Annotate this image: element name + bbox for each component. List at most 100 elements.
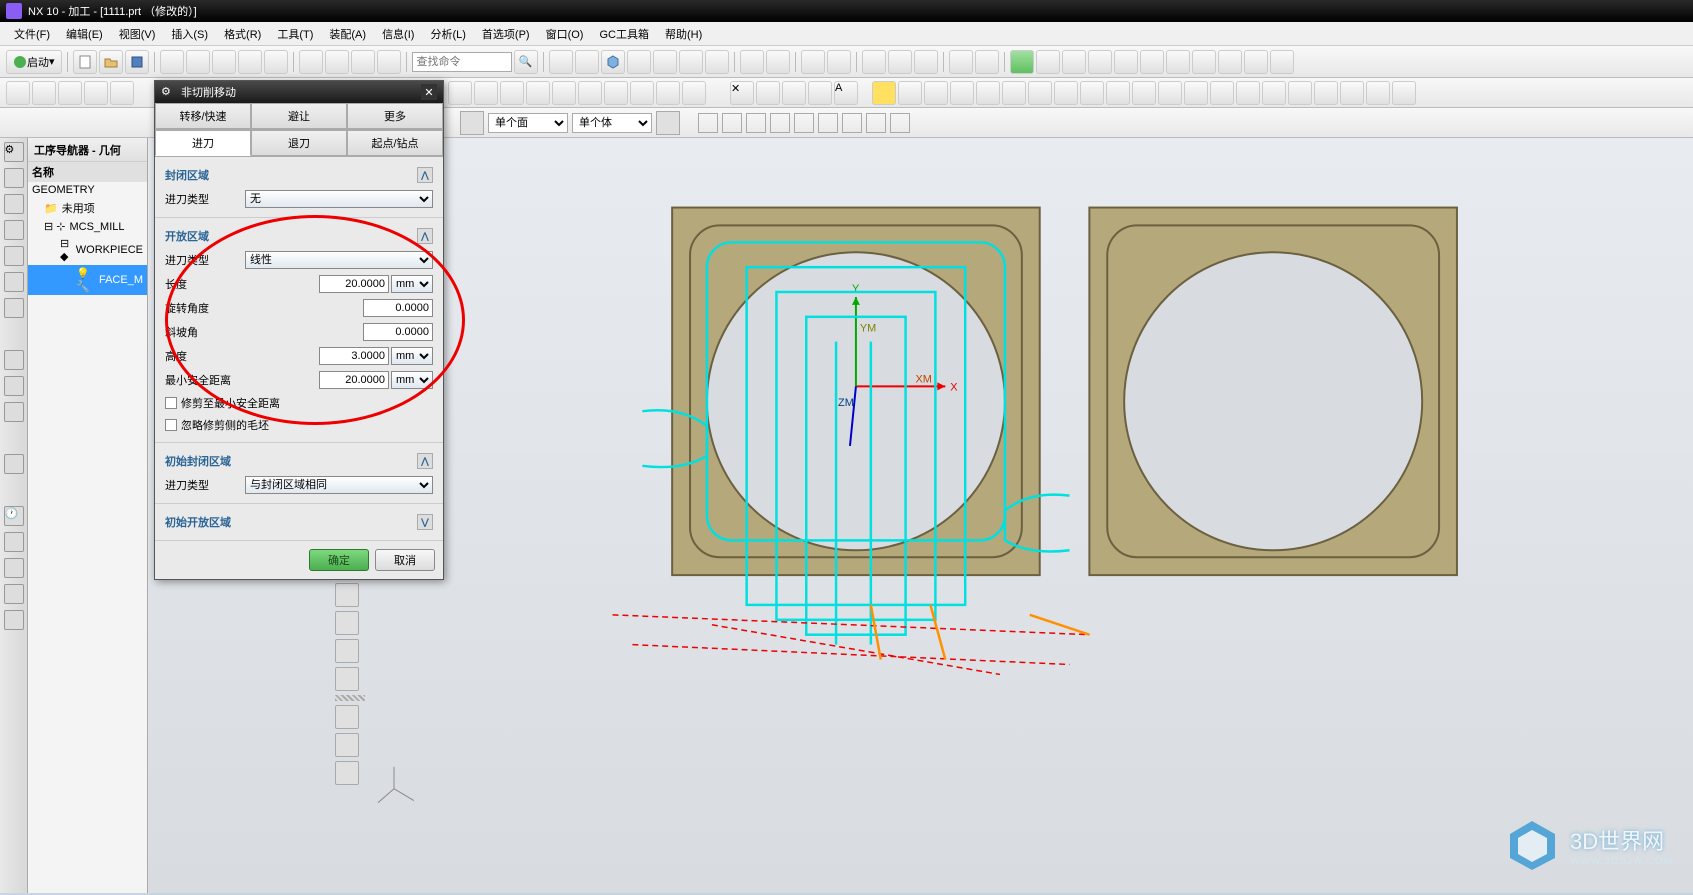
- open-engage-select[interactable]: 线性: [245, 251, 433, 269]
- geom-icon[interactable]: [656, 81, 680, 105]
- delete-icon[interactable]: ✕: [730, 81, 754, 105]
- tree-mcs[interactable]: ⊟ ⊹ MCS_MILL: [28, 218, 147, 235]
- dim-icon[interactable]: [949, 50, 973, 74]
- tab-transfer[interactable]: 转移/快速: [155, 103, 251, 129]
- menu-tools[interactable]: 工具(T): [271, 24, 319, 44]
- navigator-icon[interactable]: [4, 168, 24, 188]
- expand-icon[interactable]: ⋁: [417, 514, 433, 530]
- filter-icon[interactable]: [460, 111, 484, 135]
- new-icon[interactable]: [73, 50, 97, 74]
- curve-icon[interactable]: [1236, 81, 1260, 105]
- cube-icon[interactable]: [601, 50, 625, 74]
- geom-icon[interactable]: [500, 81, 524, 105]
- curve-icon[interactable]: [1392, 81, 1416, 105]
- curve-icon[interactable]: [1262, 81, 1286, 105]
- paste-icon[interactable]: [212, 50, 236, 74]
- curve-icon[interactable]: [1366, 81, 1390, 105]
- search-input[interactable]: [412, 52, 512, 72]
- sketch-icon[interactable]: [782, 81, 806, 105]
- cam-icon[interactable]: [1140, 50, 1164, 74]
- minsafe-unit-select[interactable]: mm: [391, 371, 433, 389]
- cancel-button[interactable]: 取消: [375, 549, 435, 571]
- dim-icon[interactable]: [975, 50, 999, 74]
- minsafe-input[interactable]: [319, 371, 389, 389]
- curve-icon[interactable]: [1158, 81, 1182, 105]
- tool-icon[interactable]: [4, 402, 24, 422]
- cam-icon[interactable]: [1192, 50, 1216, 74]
- tool-icon[interactable]: [335, 705, 359, 729]
- tree-face-milling[interactable]: 💡🔧 FACE_M: [28, 265, 147, 295]
- curve-icon[interactable]: [976, 81, 1000, 105]
- analysis-icon[interactable]: [862, 50, 886, 74]
- tool-icon[interactable]: [4, 350, 24, 370]
- collapse-icon[interactable]: ⋀: [417, 167, 433, 183]
- measure-icon[interactable]: [827, 50, 851, 74]
- cam-icon[interactable]: [1244, 50, 1268, 74]
- text-icon[interactable]: A: [834, 81, 858, 105]
- tab-engage[interactable]: 进刀: [155, 130, 251, 156]
- rotation-input[interactable]: [363, 299, 433, 317]
- tab-retract[interactable]: 退刀: [251, 130, 347, 156]
- tool-icon[interactable]: [377, 50, 401, 74]
- curve-icon[interactable]: [1054, 81, 1078, 105]
- length-input[interactable]: [319, 275, 389, 293]
- menu-pref[interactable]: 首选项(P): [476, 24, 536, 44]
- cut-icon[interactable]: [160, 50, 184, 74]
- curve-icon[interactable]: [1106, 81, 1130, 105]
- view-icon[interactable]: [705, 50, 729, 74]
- curve-icon[interactable]: [1184, 81, 1208, 105]
- ok-button[interactable]: 确定: [309, 549, 369, 571]
- view-icon[interactable]: [335, 667, 359, 691]
- cam-icon[interactable]: [1270, 50, 1294, 74]
- tool-icon[interactable]: [335, 761, 359, 785]
- tool-icon[interactable]: [325, 50, 349, 74]
- copy-icon[interactable]: [186, 50, 210, 74]
- palette-icon[interactable]: [4, 532, 24, 552]
- ramp-input[interactable]: [363, 323, 433, 341]
- curve-icon[interactable]: [924, 81, 948, 105]
- csys-icon[interactable]: [766, 50, 790, 74]
- tool-icon[interactable]: [351, 50, 375, 74]
- curve-icon[interactable]: [1002, 81, 1026, 105]
- body-filter-select[interactable]: 单个体: [572, 113, 652, 133]
- reuse-icon[interactable]: [4, 220, 24, 240]
- collapse-icon[interactable]: ⋀: [417, 228, 433, 244]
- curve-icon[interactable]: [1340, 81, 1364, 105]
- tab-avoid[interactable]: 避让: [251, 103, 347, 129]
- menu-view[interactable]: 视图(V): [113, 24, 162, 44]
- help-icon[interactable]: [4, 454, 24, 474]
- geom-icon[interactable]: [578, 81, 602, 105]
- face-filter-select[interactable]: 单个面: [488, 113, 568, 133]
- save-icon[interactable]: [125, 50, 149, 74]
- cam-icon[interactable]: [1114, 50, 1138, 74]
- cam-icon[interactable]: [1062, 50, 1086, 74]
- snap-point-icon[interactable]: [842, 113, 862, 133]
- menu-format[interactable]: 格式(R): [218, 24, 267, 44]
- cam-icon[interactable]: [1166, 50, 1190, 74]
- verify-icon[interactable]: [1010, 50, 1034, 74]
- cam-icon[interactable]: [1088, 50, 1112, 74]
- menu-insert[interactable]: 插入(S): [165, 24, 214, 44]
- ignore-checkbox[interactable]: [165, 419, 177, 431]
- tool-icon[interactable]: [299, 50, 323, 74]
- zoom-icon[interactable]: [575, 50, 599, 74]
- trim-checkbox[interactable]: [165, 397, 177, 409]
- tree-workpiece[interactable]: ⊟ ◆ WORKPIECE: [28, 235, 147, 265]
- undo-icon[interactable]: [238, 50, 262, 74]
- snap-point-icon[interactable]: [722, 113, 742, 133]
- geom-icon[interactable]: [526, 81, 550, 105]
- menu-gc[interactable]: GC工具箱: [593, 24, 655, 44]
- view-icon[interactable]: [679, 50, 703, 74]
- sel-icon[interactable]: [84, 81, 108, 105]
- close-icon[interactable]: ✕: [421, 84, 437, 100]
- curve-icon[interactable]: [1314, 81, 1338, 105]
- geom-icon[interactable]: [552, 81, 576, 105]
- geom-icon[interactable]: [448, 81, 472, 105]
- curve-icon[interactable]: [1210, 81, 1234, 105]
- sel-icon[interactable]: [58, 81, 82, 105]
- open-icon[interactable]: [99, 50, 123, 74]
- snap-point-icon[interactable]: [866, 113, 886, 133]
- init-engage-select[interactable]: 与封闭区域相同: [245, 476, 433, 494]
- layer-icon[interactable]: [801, 50, 825, 74]
- section-open-region[interactable]: 开放区域⋀: [165, 224, 433, 248]
